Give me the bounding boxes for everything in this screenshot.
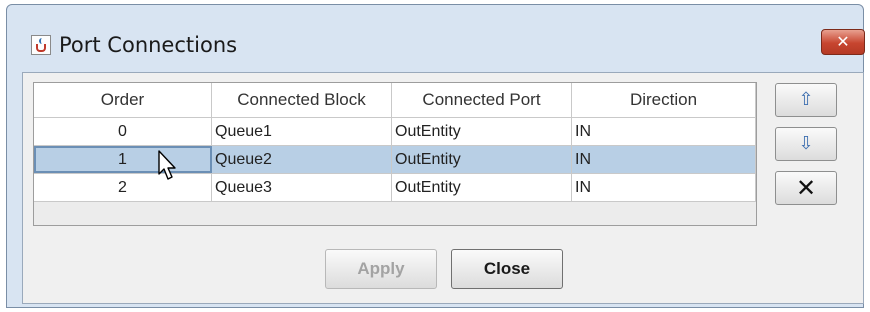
direction-cell[interactable]: IN: [572, 174, 756, 201]
close-icon: ✕: [836, 32, 850, 51]
arrow-down-icon: ⇩: [798, 133, 814, 154]
mouse-pointer-icon: [158, 150, 176, 180]
move-up-button[interactable]: ⇧: [775, 83, 837, 117]
window-title: Port Connections: [59, 33, 238, 57]
table-row[interactable]: 0 Queue1 OutEntity IN: [34, 118, 756, 146]
column-header-connected-port[interactable]: Connected Port: [392, 83, 572, 117]
move-down-button[interactable]: ⇩: [775, 127, 837, 161]
delete-icon: ✕: [795, 174, 817, 202]
column-header-direction[interactable]: Direction: [572, 83, 756, 117]
delete-button[interactable]: ✕: [775, 171, 837, 205]
close-button[interactable]: Close: [451, 249, 563, 289]
connected-block-cell[interactable]: Queue3: [212, 174, 392, 201]
title-bar: Port Connections ✕: [7, 5, 865, 57]
java-app-icon: [31, 35, 51, 55]
order-cell[interactable]: 0: [34, 118, 212, 145]
connected-port-cell[interactable]: OutEntity: [392, 146, 572, 173]
arrow-up-icon: ⇧: [798, 89, 814, 110]
table-row-selected[interactable]: 1 Queue2 OutEntity IN: [34, 146, 756, 174]
column-header-connected-block[interactable]: Connected Block: [212, 83, 392, 117]
order-cell[interactable]: 2: [34, 174, 212, 201]
connected-port-cell[interactable]: OutEntity: [392, 118, 572, 145]
apply-button[interactable]: Apply: [325, 249, 437, 289]
close-window-button[interactable]: ✕: [821, 29, 865, 55]
table-header: Order Connected Block Connected Port Dir…: [34, 83, 756, 118]
direction-cell[interactable]: IN: [572, 118, 756, 145]
connected-block-cell[interactable]: Queue2: [212, 146, 392, 173]
dialog-content: Order Connected Block Connected Port Dir…: [22, 72, 864, 304]
connections-table: Order Connected Block Connected Port Dir…: [33, 82, 757, 226]
column-header-order[interactable]: Order: [34, 83, 212, 117]
connected-port-cell[interactable]: OutEntity: [392, 174, 572, 201]
direction-cell[interactable]: IN: [572, 146, 756, 173]
connected-block-cell[interactable]: Queue1: [212, 118, 392, 145]
table-row[interactable]: 2 Queue3 OutEntity IN: [34, 174, 756, 202]
order-cell[interactable]: 1: [34, 146, 212, 173]
